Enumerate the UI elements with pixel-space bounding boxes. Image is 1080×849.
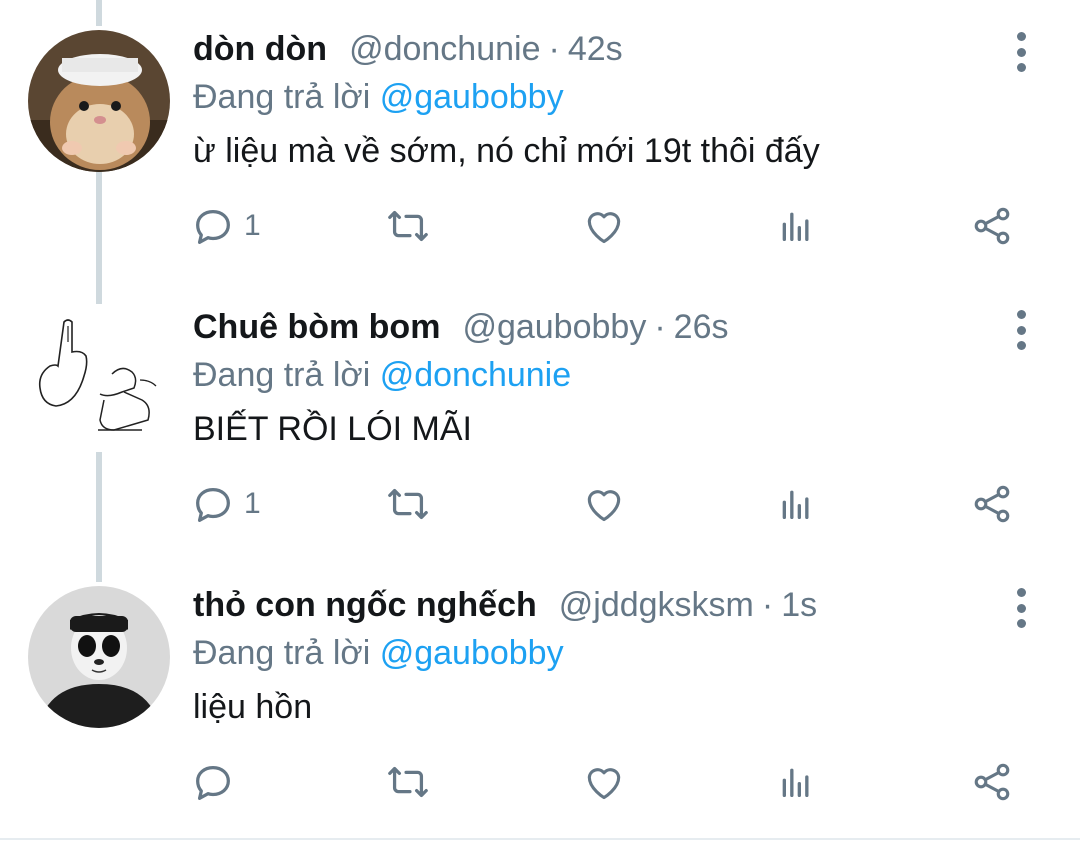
more-vertical-icon[interactable]	[1006, 30, 1036, 72]
heart-icon	[587, 490, 621, 522]
action-bar: 1	[190, 480, 1030, 528]
tweet-text: ừ liệu mà về sớm, nó chỉ mới 19t thôi đấ…	[193, 132, 820, 170]
display-name[interactable]: thỏ con ngốc nghếch	[193, 586, 537, 625]
tweet-text: BIẾT RỒI LÓI MÃI	[193, 410, 472, 448]
share-icon	[974, 763, 1010, 801]
like-button[interactable]	[582, 480, 626, 528]
replying-label: Đang trả lời	[193, 356, 380, 394]
more-vertical-icon[interactable]	[1006, 586, 1036, 628]
like-button[interactable]	[582, 202, 626, 250]
analytics-button[interactable]	[776, 480, 816, 528]
replying-to: Đang trả lời @donchunie	[193, 356, 571, 395]
action-bar: 1	[190, 202, 1030, 250]
analytics-icon	[782, 490, 809, 519]
tweet-header: thỏ con ngốc nghếch @jddgksksm · 1s	[193, 586, 817, 636]
avatar[interactable]	[28, 308, 170, 450]
panda-face-avatar-icon	[28, 586, 170, 728]
share-button[interactable]	[970, 758, 1014, 806]
retweet-button[interactable]	[384, 758, 432, 806]
retweet-button[interactable]	[384, 480, 432, 528]
thread-line	[96, 0, 102, 26]
display-name[interactable]: dòn dòn	[193, 30, 327, 69]
analytics-icon	[782, 212, 809, 241]
sketch-avatar-icon	[28, 308, 170, 450]
reply-button[interactable]	[190, 758, 244, 806]
mention-link[interactable]: @gaubobby	[380, 634, 564, 672]
retweet-icon	[388, 766, 428, 798]
avatar[interactable]	[28, 30, 170, 172]
replying-label: Đang trả lời	[193, 78, 380, 116]
separator: ·	[548, 30, 560, 68]
reply-button[interactable]: 1	[190, 480, 261, 528]
heart-icon	[587, 768, 621, 800]
tweet-text: liệu hồn	[193, 688, 313, 726]
share-button[interactable]	[970, 480, 1014, 528]
tweet-header: dòn dòn @donchunie · 42s	[193, 30, 623, 80]
analytics-button[interactable]	[776, 202, 816, 250]
reply-count: 1	[244, 487, 261, 520]
replying-label: Đang trả lời	[193, 634, 380, 672]
analytics-icon	[782, 768, 809, 797]
user-handle[interactable]: @gaubobby	[462, 308, 646, 347]
reply-button[interactable]: 1	[190, 202, 261, 250]
share-icon	[974, 485, 1010, 523]
reply-count: 1	[244, 209, 261, 242]
share-icon	[974, 207, 1010, 245]
share-button[interactable]	[970, 202, 1014, 250]
tweet[interactable]: Chuê bòm bom @gaubobby · 26s Đang trả lờ…	[0, 308, 1080, 568]
action-bar	[190, 758, 1030, 806]
heart-icon	[587, 212, 621, 244]
separator: ·	[761, 586, 774, 624]
avatar[interactable]	[28, 586, 170, 728]
reply-icon	[196, 209, 230, 244]
tweet[interactable]: thỏ con ngốc nghếch @jddgksksm · 1s Đang…	[0, 586, 1080, 836]
user-handle[interactable]: @jddgksksm	[559, 586, 754, 625]
reply-icon	[196, 487, 230, 522]
like-button[interactable]	[582, 758, 626, 806]
hamster-avatar-icon	[28, 30, 170, 172]
display-name[interactable]: Chuê bòm bom	[193, 308, 440, 347]
tweet-header: Chuê bòm bom @gaubobby · 26s	[193, 308, 728, 358]
retweet-icon	[388, 488, 428, 520]
replying-to: Đang trả lời @gaubobby	[193, 634, 564, 673]
retweet-button[interactable]	[384, 202, 432, 250]
retweet-icon	[388, 210, 428, 242]
analytics-button[interactable]	[776, 758, 816, 806]
replying-to: Đang trả lời @gaubobby	[193, 78, 564, 117]
tweet[interactable]: dòn dòn @donchunie · 42s Đang trả lời @g…	[0, 30, 1080, 290]
separator: ·	[654, 308, 666, 346]
more-vertical-icon[interactable]	[1006, 308, 1036, 350]
timestamp[interactable]: 1s	[781, 586, 817, 625]
mention-link[interactable]: @gaubobby	[380, 78, 564, 116]
divider	[0, 838, 1080, 840]
user-handle[interactable]: @donchunie	[349, 30, 540, 69]
reply-icon	[196, 765, 230, 800]
timestamp[interactable]: 42s	[568, 30, 623, 69]
timestamp[interactable]: 26s	[674, 308, 729, 347]
mention-link[interactable]: @donchunie	[380, 356, 571, 394]
